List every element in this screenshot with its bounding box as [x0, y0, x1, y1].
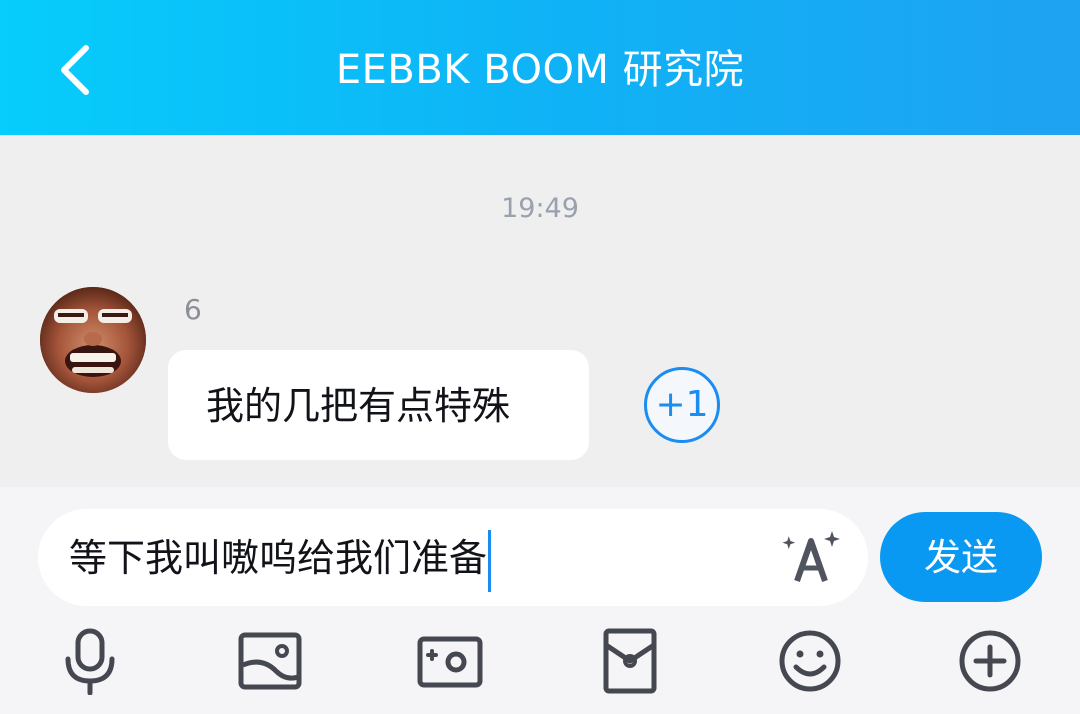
emoji-icon — [779, 630, 841, 692]
send-button[interactable]: 发送 — [880, 512, 1042, 602]
more-button[interactable] — [956, 627, 1024, 695]
chat-title: EEBBK BOOM 研究院 — [335, 47, 745, 93]
message-input[interactable]: 等下我叫嗷呜给我们准备 — [38, 509, 868, 606]
red-packet-icon — [603, 628, 657, 694]
chevron-left-icon — [61, 45, 89, 95]
emoji-button[interactable] — [776, 627, 844, 695]
plus-icon — [959, 630, 1021, 692]
red-packet-button[interactable] — [596, 627, 664, 695]
message-list[interactable]: 19:49 6 我的几把有点特殊 +1 — [0, 135, 1080, 487]
composer-bar: 等下我叫嗷呜给我们准备 发送 — [0, 487, 1080, 714]
back-button[interactable] — [50, 38, 110, 102]
message-timestamp: 19:49 — [501, 193, 579, 224]
message-input-text: 等下我叫嗷呜给我们准备 — [69, 536, 488, 580]
voice-button[interactable] — [56, 627, 124, 696]
camera-button[interactable] — [416, 627, 484, 695]
sender-name: 6 — [184, 293, 202, 326]
font-style-icon — [782, 531, 840, 582]
avatar-face-image — [40, 287, 146, 393]
image-icon — [238, 632, 302, 690]
image-button[interactable] — [236, 627, 304, 695]
message-bubble[interactable]: 我的几把有点特殊 — [168, 350, 589, 460]
header-bar: EEBBK BOOM 研究院 — [0, 0, 1080, 135]
plus-one-button[interactable]: +1 — [644, 367, 720, 443]
microphone-icon — [65, 628, 115, 696]
camera-icon — [417, 636, 483, 688]
font-style-button[interactable] — [780, 527, 842, 589]
avatar[interactable] — [40, 287, 146, 393]
text-caret — [488, 529, 492, 592]
